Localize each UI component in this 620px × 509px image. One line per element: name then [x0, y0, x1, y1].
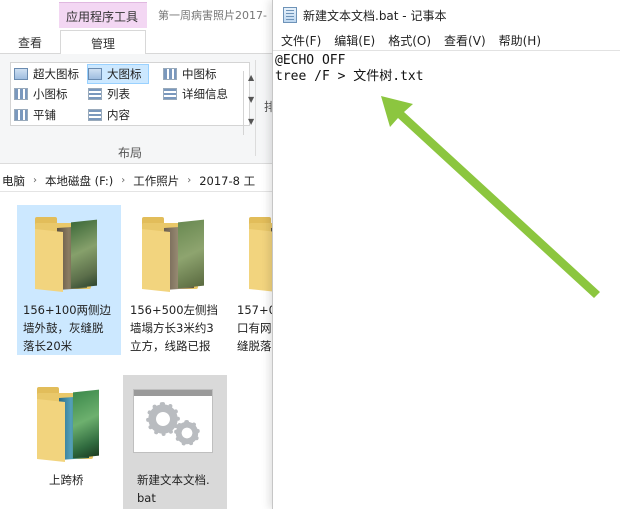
notepad-titlebar[interactable]: 新建文本文档.bat - 记事本	[273, 0, 620, 30]
ribbon-view: 超大图标 大图标 中图标 小图标 列表 详细信息 平铺 内容 ▲ ▼ ▼ 布局 …	[0, 54, 280, 164]
content-icon	[88, 109, 102, 121]
notepad-window: 新建文本文档.bat - 记事本 文件(F) 编辑(E) 格式(O) 查看(V)…	[272, 0, 620, 509]
chevron-up-icon[interactable]: ▲	[248, 73, 254, 82]
gallery-scroll[interactable]: ▲ ▼ ▼	[243, 71, 261, 135]
layout-content[interactable]: 内容	[88, 105, 130, 125]
notepad-icon	[283, 7, 297, 23]
layout-label: 内容	[107, 108, 130, 122]
menu-format[interactable]: 格式(O)	[388, 32, 431, 49]
tab-manage[interactable]: 管理	[60, 30, 146, 55]
file-name: 新建文本文档. bat	[137, 473, 210, 505]
folder-item[interactable]: 156+500左侧挡 墙塌方长3米约3 立方，线路已报	[124, 205, 228, 355]
file-name: 157+0 口有网 缝脱落	[237, 303, 276, 353]
layout-label: 大图标	[107, 67, 142, 81]
bat-file-item[interactable]: 新建文本文档. bat	[123, 375, 227, 509]
layout-label: 详细信息	[182, 87, 228, 101]
breadcrumb-item[interactable]: 本地磁盘 (F:)	[45, 173, 113, 189]
expand-gallery-icon[interactable]: ▼	[248, 117, 254, 126]
menu-help[interactable]: 帮助(H)	[499, 32, 541, 49]
large-icons-icon	[88, 68, 102, 80]
file-name: 上跨桥	[49, 473, 84, 487]
folder-item[interactable]: 156+100两侧边 墙外鼓，灰缝脱 落长20米	[17, 205, 121, 355]
small-icons-icon	[14, 88, 28, 100]
list-icon	[88, 88, 102, 100]
breadcrumb-item[interactable]: 电脑	[2, 173, 25, 189]
folder-item[interactable]: 上跨桥	[17, 375, 121, 495]
menu-file[interactable]: 文件(F)	[281, 32, 321, 49]
breadcrumb-item[interactable]: 工作照片	[133, 173, 179, 189]
folder-icon	[142, 215, 204, 292]
details-icon	[163, 88, 177, 100]
tab-view[interactable]: 查看	[18, 34, 42, 51]
file-name: 156+500左侧挡 墙塌方长3米约3 立方，线路已报	[130, 303, 219, 353]
breadcrumb-item[interactable]: 2017-8 工	[199, 173, 255, 189]
context-tab-label: 应用程序工具	[66, 10, 139, 24]
notepad-title: 新建文本文档.bat - 记事本	[303, 8, 447, 23]
notepad-text-area[interactable]: @ECHO OFF tree /F > 文件树.txt	[273, 50, 620, 509]
folder-icon	[35, 215, 97, 292]
layout-list[interactable]: 列表	[88, 84, 130, 104]
layout-small-icons[interactable]: 小图标	[14, 84, 68, 104]
chevron-down-icon[interactable]: ▼	[248, 95, 254, 104]
layout-medium-icons[interactable]: 中图标	[163, 64, 217, 84]
menu-view[interactable]: 查看(V)	[444, 32, 486, 49]
layout-tiles[interactable]: 平铺	[14, 105, 56, 125]
chevron-right-icon[interactable]: ›	[33, 175, 37, 186]
medium-icons-icon	[163, 68, 177, 80]
ribbon-group-label: 布局	[118, 146, 143, 160]
layout-gallery: 超大图标 大图标 中图标 小图标 列表 详细信息 平铺 内容 ▲ ▼ ▼	[10, 62, 254, 135]
context-tab-app-tools[interactable]: 应用程序工具	[59, 2, 147, 28]
layout-label: 中图标	[182, 67, 217, 81]
file-name: 156+100两侧边 墙外鼓，灰缝脱 落长20米	[23, 303, 112, 353]
text-line: @ECHO OFF	[275, 53, 346, 68]
chevron-right-icon[interactable]: ›	[187, 175, 191, 186]
layout-label: 小图标	[33, 87, 68, 101]
layout-details[interactable]: 详细信息	[163, 84, 228, 104]
menu-edit[interactable]: 编辑(E)	[334, 32, 375, 49]
breadcrumb: 电脑 › 本地磁盘 (F:) › 工作照片 › 2017-8 工	[0, 170, 280, 192]
layout-extra-large-icons[interactable]: 超大图标	[14, 64, 79, 84]
layout-large-icons[interactable]: 大图标	[87, 64, 149, 84]
batch-file-icon	[133, 389, 213, 453]
text-line: tree /F > 文件树.txt	[275, 69, 424, 84]
explorer-titlebar: 应用程序工具 第一周病害照片2017-	[0, 0, 280, 30]
layout-label: 列表	[107, 87, 130, 101]
extra-large-icons-icon	[14, 68, 28, 80]
ribbon-tabs: 查看 管理	[0, 30, 280, 55]
layout-label: 超大图标	[33, 67, 79, 81]
notepad-menubar: 文件(F) 编辑(E) 格式(O) 查看(V) 帮助(H)	[273, 30, 620, 50]
folder-icon	[37, 385, 99, 462]
file-explorer-window: 应用程序工具 第一周病害照片2017- 查看 管理 超大图标 大图标 中图标 小…	[0, 0, 280, 509]
explorer-window-title: 第一周病害照片2017-	[158, 9, 267, 22]
ribbon-divider	[255, 60, 256, 156]
gear-icon	[174, 420, 200, 446]
chevron-right-icon[interactable]: ›	[121, 175, 125, 186]
tiles-icon	[14, 109, 28, 121]
layout-label: 平铺	[33, 108, 56, 122]
